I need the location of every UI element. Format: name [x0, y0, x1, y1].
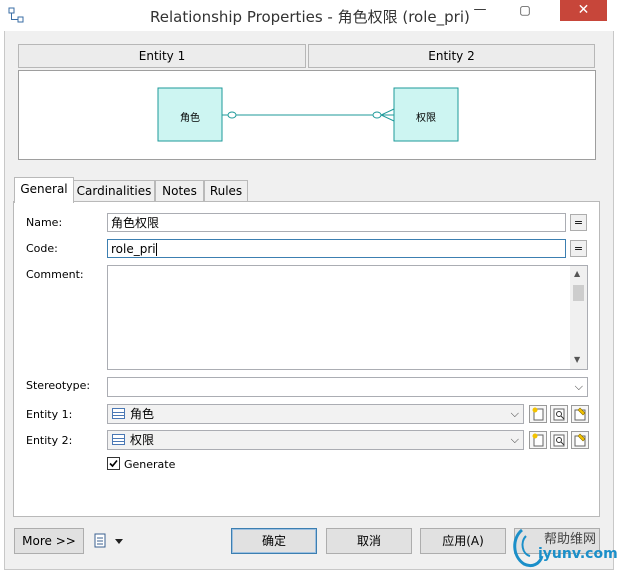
- entity2-label: Entity 2:: [26, 434, 73, 447]
- window-title: Relationship Properties - 角色权限 (role_pri…: [150, 8, 470, 26]
- minimize-button[interactable]: —: [465, 1, 495, 21]
- entity2-select[interactable]: 权限 ⌵: [107, 430, 524, 450]
- select-entity1-button[interactable]: [571, 405, 589, 423]
- ok-button[interactable]: 确定: [231, 528, 317, 554]
- select-object-icon: [574, 433, 586, 447]
- scroll-down-arrow-icon[interactable]: ▼: [574, 355, 580, 364]
- relationship-preview: 角色 权限: [18, 70, 596, 160]
- left-entity-label: 角色: [180, 113, 200, 124]
- code-equal-button[interactable]: =: [570, 240, 587, 257]
- scroll-thumb[interactable]: [573, 285, 584, 301]
- stereotype-label: Stereotype:: [26, 379, 91, 392]
- apply-button[interactable]: 应用(A): [420, 528, 506, 554]
- tab-notes[interactable]: Notes: [155, 180, 204, 202]
- table-icon: [112, 408, 125, 419]
- create-entity2-button[interactable]: [529, 431, 547, 449]
- close-button[interactable]: ✕: [560, 0, 607, 21]
- table-icon: [112, 434, 125, 445]
- select-entity2-button[interactable]: [571, 431, 589, 449]
- new-object-icon: [532, 407, 544, 421]
- entity1-value: 角色: [130, 407, 155, 421]
- name-label: Name:: [26, 216, 63, 229]
- properties-entity2-button[interactable]: [550, 431, 568, 449]
- left-optional-circle: [227, 111, 237, 119]
- entity2-value: 权限: [130, 433, 155, 447]
- entity1-select[interactable]: 角色 ⌵: [107, 404, 524, 424]
- scroll-up-arrow-icon[interactable]: ▲: [574, 269, 580, 278]
- crowfoot-lower: [380, 114, 395, 122]
- comment-label: Comment:: [26, 268, 84, 281]
- stereotype-combo[interactable]: ⌵: [107, 377, 588, 397]
- properties-icon: [553, 408, 565, 421]
- code-label: Code:: [26, 242, 58, 255]
- relationship-icon: [8, 7, 24, 23]
- name-equal-button[interactable]: =: [570, 214, 587, 231]
- text-cursor: [155, 243, 157, 256]
- select-object-icon: [574, 407, 586, 421]
- name-field[interactable]: 角色权限: [107, 213, 566, 232]
- tab-cardinalities[interactable]: Cardinalities: [73, 180, 155, 202]
- new-object-icon: [532, 433, 544, 447]
- chevron-down-icon[interactable]: ⌵: [575, 380, 583, 394]
- properties-entity1-button[interactable]: [550, 405, 568, 423]
- right-optional-circle: [372, 111, 382, 119]
- generate-checkbox[interactable]: [107, 457, 120, 470]
- print-menu-button[interactable]: [92, 531, 128, 551]
- print-icon: [94, 533, 123, 548]
- comment-textarea[interactable]: ▲ ▼: [107, 265, 588, 370]
- properties-icon: [553, 434, 565, 447]
- maximize-button[interactable]: ▢: [510, 1, 540, 21]
- tab-rules[interactable]: Rules: [204, 180, 248, 202]
- right-entity-label: 权限: [416, 113, 436, 124]
- code-value: role_pri: [111, 242, 156, 256]
- create-entity1-button[interactable]: [529, 405, 547, 423]
- checkmark-icon: [109, 459, 118, 468]
- title-bar: Relationship Properties - 角色权限 (role_pri…: [0, 0, 617, 31]
- comment-scrollbar[interactable]: ▲ ▼: [570, 266, 587, 369]
- entity1-header[interactable]: Entity 1: [18, 44, 306, 68]
- cancel-button[interactable]: 取消: [326, 528, 412, 554]
- tab-general[interactable]: General: [14, 177, 74, 203]
- watermark: 帮助维网 iyunv.com: [508, 522, 617, 570]
- more-button[interactable]: More >>: [14, 528, 84, 554]
- watermark-title: 帮助维网: [544, 532, 597, 547]
- chevron-down-icon[interactable]: ⌵: [511, 431, 519, 449]
- relationship-diagram: [157, 87, 459, 142]
- generate-label[interactable]: Generate: [124, 458, 175, 471]
- watermark-url: iyunv.com: [538, 546, 617, 562]
- entity1-label: Entity 1:: [26, 408, 73, 421]
- crowfoot-upper: [380, 108, 395, 116]
- entity2-header[interactable]: Entity 2: [308, 44, 595, 68]
- chevron-down-icon[interactable]: ⌵: [511, 405, 519, 423]
- code-field[interactable]: role_pri: [107, 239, 566, 258]
